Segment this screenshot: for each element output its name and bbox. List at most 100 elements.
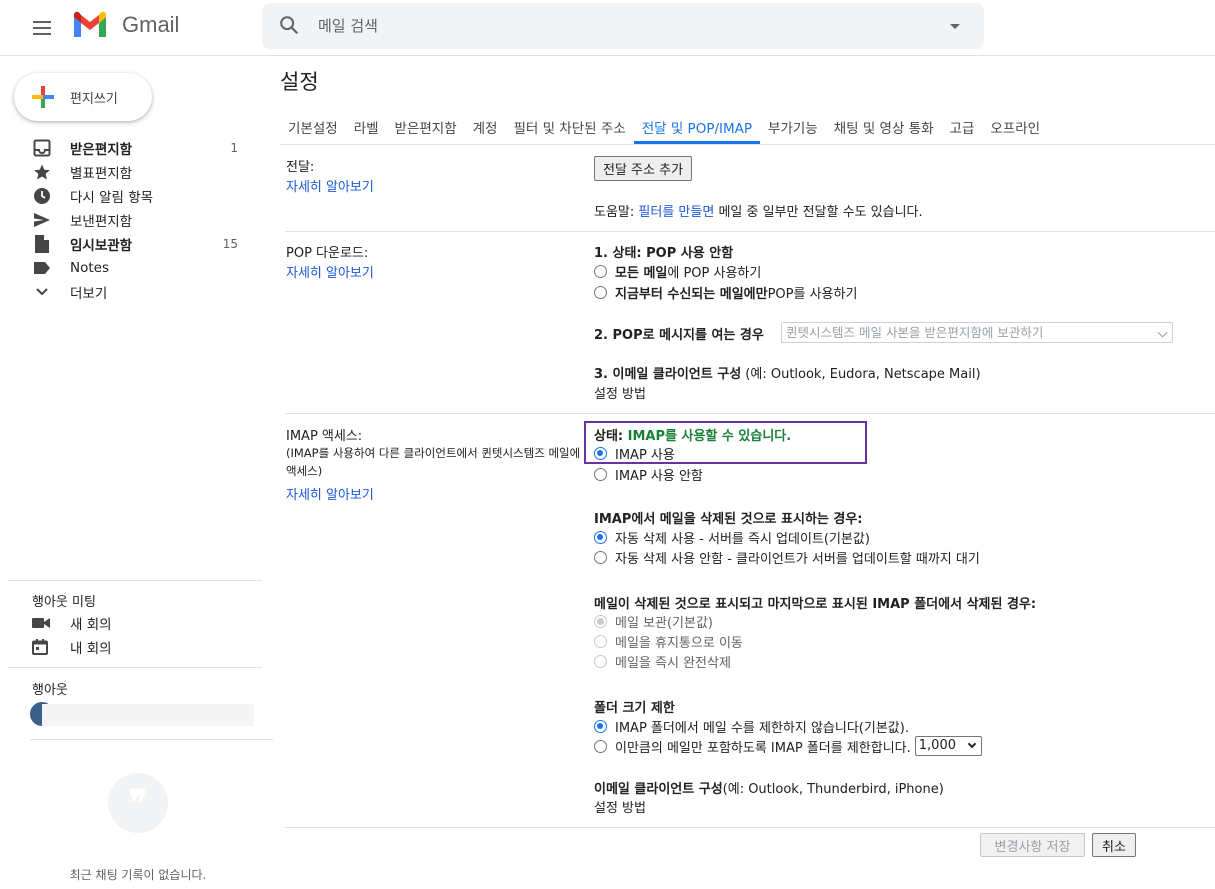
option-label: 메일을 즉시 완전삭제 [615, 655, 731, 671]
radio-button[interactable] [594, 719, 607, 733]
sidebar-item-sent[interactable]: 보낸편지함 [0, 208, 262, 232]
sidebar-item-label: 보낸편지함 [70, 214, 133, 230]
radio-button[interactable] [594, 739, 607, 753]
imap-expunged-heading: 메일이 삭제된 것으로 표시되고 마지막으로 표시된 IMAP 폴더에서 삭제된… [594, 597, 1037, 612]
imap-learn-more-link[interactable]: 자세히 알아보기 [286, 484, 374, 503]
option-label: 자동 삭제 사용 - 서버를 즉시 업데이트(기본값) [615, 531, 870, 547]
calendar-icon [32, 639, 52, 655]
compose-label: 편지쓰기 [70, 91, 118, 107]
option-bold: 지금부터 수신되는 메일에만 [615, 286, 768, 302]
tab-accounts[interactable]: 계정 [465, 110, 506, 144]
radio-button[interactable] [594, 634, 607, 648]
forwarding-learn-more-link[interactable]: 자세히 알아보기 [286, 176, 374, 195]
imap-label: IMAP 액세스: [286, 429, 363, 444]
app-name: Gmail [122, 12, 180, 37]
pop-action-select[interactable]: 퀸텟시스템즈 메일 사본을 받은편지함에 보관하기 [781, 322, 1173, 343]
imap-disable-option[interactable]: IMAP 사용 안함 [594, 464, 703, 484]
option-label: 메일 보관(기본값) [615, 615, 713, 631]
pop-learn-more-link[interactable]: 자세히 알아보기 [286, 262, 374, 281]
option-label: IMAP 폴더에서 메일 수를 제한하지 않습니다(기본값). [615, 720, 909, 736]
tab-labels[interactable]: 라벨 [346, 110, 387, 144]
sidebar-item-more[interactable]: 더보기 [0, 280, 262, 304]
forwarding-tip: 도움말: 필터를 만들면 메일 중 일부만 전달할 수도 있습니다. [594, 201, 923, 220]
archive-option[interactable]: 메일 보관(기본값) [594, 611, 713, 631]
pop-all-mail-option[interactable]: 모든 메일 에 POP 사용하기 [594, 261, 761, 281]
tab-filters[interactable]: 필터 및 차단된 주소 [505, 110, 633, 144]
pop-setup-link[interactable]: 설정 방법 [594, 383, 646, 402]
sidebar-divider [30, 739, 273, 740]
radio-button[interactable] [594, 530, 607, 544]
my-meetings-button[interactable]: 내 회의 [32, 636, 112, 658]
gmail-m-icon [74, 11, 106, 37]
radio-button[interactable] [594, 467, 607, 481]
save-changes-button[interactable]: 변경사항 저장 [980, 833, 1085, 857]
create-filter-link[interactable]: 필터를 만들면 [638, 205, 714, 220]
tabs-divider [280, 144, 1215, 145]
label-icon [32, 258, 52, 278]
imap-enable-option[interactable]: IMAP 사용 [594, 443, 675, 463]
cancel-button[interactable]: 취소 [1092, 833, 1136, 857]
tab-chat-meet[interactable]: 채팅 및 영상 통화 [826, 110, 942, 144]
draft-count: 15 [222, 237, 238, 251]
sidebar-item-label: 받은편지함 [70, 142, 133, 158]
no-limit-option[interactable]: IMAP 폴더에서 메일 수를 제한하지 않습니다(기본값). [594, 716, 909, 736]
add-forwarding-address-button[interactable]: 전달 주소 추가 [594, 156, 693, 181]
compose-button[interactable]: 편지쓰기 [14, 73, 152, 121]
sidebar-divider [8, 580, 262, 581]
sidebar-item-label: 별표편지함 [70, 166, 133, 182]
tab-general[interactable]: 기본설정 [280, 110, 346, 144]
delete-forever-option[interactable]: 메일을 즉시 완전삭제 [594, 651, 731, 671]
sidebar-item-label: Notes [70, 260, 109, 276]
folder-limit-heading: 폴더 크기 제한 [594, 701, 675, 716]
imap-status: 상태: IMAP를 사용할 수 있습니다. [594, 425, 791, 444]
radio-button[interactable] [594, 654, 607, 668]
sidebar-item-snoozed[interactable]: 다시 알림 항목 [0, 184, 262, 208]
tab-addons[interactable]: 부가기능 [760, 110, 826, 144]
menu-icon[interactable] [26, 12, 58, 44]
radio-button[interactable] [594, 614, 607, 628]
pop-new-mail-option[interactable]: 지금부터 수신되는 메일에만 POP를 사용하기 [594, 282, 857, 302]
auto-expunge-on-option[interactable]: 자동 삭제 사용 - 서버를 즉시 업데이트(기본값) [594, 527, 870, 547]
meet-section-title: 행아웃 미팅 [32, 595, 96, 610]
tab-offline[interactable]: 오프라인 [982, 110, 1048, 144]
sidebar-item-drafts[interactable]: 임시보관함 15 [0, 232, 262, 256]
folder-limit-select[interactable]: 1,000 [914, 736, 982, 756]
section-divider [285, 231, 1215, 232]
new-meeting-button[interactable]: 새 회의 [32, 612, 112, 634]
client-config-bold: 이메일 클라이언트 구성 [594, 782, 723, 797]
sidebar-divider [8, 667, 262, 668]
select-value: 1,000 [918, 738, 956, 753]
sidebar-nav: 받은편지함 1 별표편지함 다시 알림 항목 보낸편지함 임시보관함 15 No… [0, 136, 262, 304]
select-value: 퀸텟시스템즈 메일 사본을 받은편지함에 보관하기 [786, 325, 1044, 340]
user-name-redacted [42, 704, 254, 726]
new-meeting-label: 새 회의 [70, 617, 112, 633]
tab-forwarding-pop-imap[interactable]: 전달 및 POP/IMAP [633, 110, 761, 144]
search-input[interactable] [318, 3, 918, 49]
tab-inbox[interactable]: 받은편지함 [387, 110, 465, 144]
plus-icon [30, 84, 56, 110]
limit-option[interactable]: 이만큼의 메일만 포함하도록 IMAP 폴더를 제한합니다. 1,000 [594, 736, 982, 756]
radio-button[interactable] [594, 446, 607, 460]
unread-count: 1 [230, 141, 238, 155]
imap-setup-link[interactable]: 설정 방법 [594, 797, 646, 816]
tip-suffix: 메일 중 일부만 전달할 수도 있습니다. [714, 205, 923, 220]
trash-option[interactable]: 메일을 휴지통으로 이동 [594, 631, 743, 651]
search-bar[interactable] [262, 3, 984, 49]
clock-icon [32, 186, 52, 206]
send-icon [32, 210, 52, 230]
radio-button[interactable] [594, 285, 607, 299]
client-config-rest: (예: Outlook, Eudora, Netscape Mail) [741, 367, 981, 382]
gmail-logo[interactable]: Gmail [72, 11, 179, 39]
search-options-icon[interactable] [950, 24, 960, 29]
sidebar-item-notes[interactable]: Notes [0, 256, 262, 280]
search-icon[interactable] [278, 14, 300, 36]
settings-tabs: 기본설정 라벨 받은편지함 계정 필터 및 차단된 주소 전달 및 POP/IM… [280, 110, 1048, 144]
sidebar-item-inbox[interactable]: 받은편지함 1 [0, 136, 262, 160]
client-config-bold: 3. 이메일 클라이언트 구성 [594, 367, 742, 382]
sidebar-item-starred[interactable]: 별표편지함 [0, 160, 262, 184]
chat-bubble-icon: ❞ [108, 773, 168, 833]
radio-button[interactable] [594, 264, 607, 278]
tab-advanced[interactable]: 고급 [942, 110, 983, 144]
auto-expunge-off-option[interactable]: 자동 삭제 사용 안함 - 클라이언트가 서버를 업데이트할 때까지 대기 [594, 547, 980, 567]
radio-button[interactable] [594, 550, 607, 564]
